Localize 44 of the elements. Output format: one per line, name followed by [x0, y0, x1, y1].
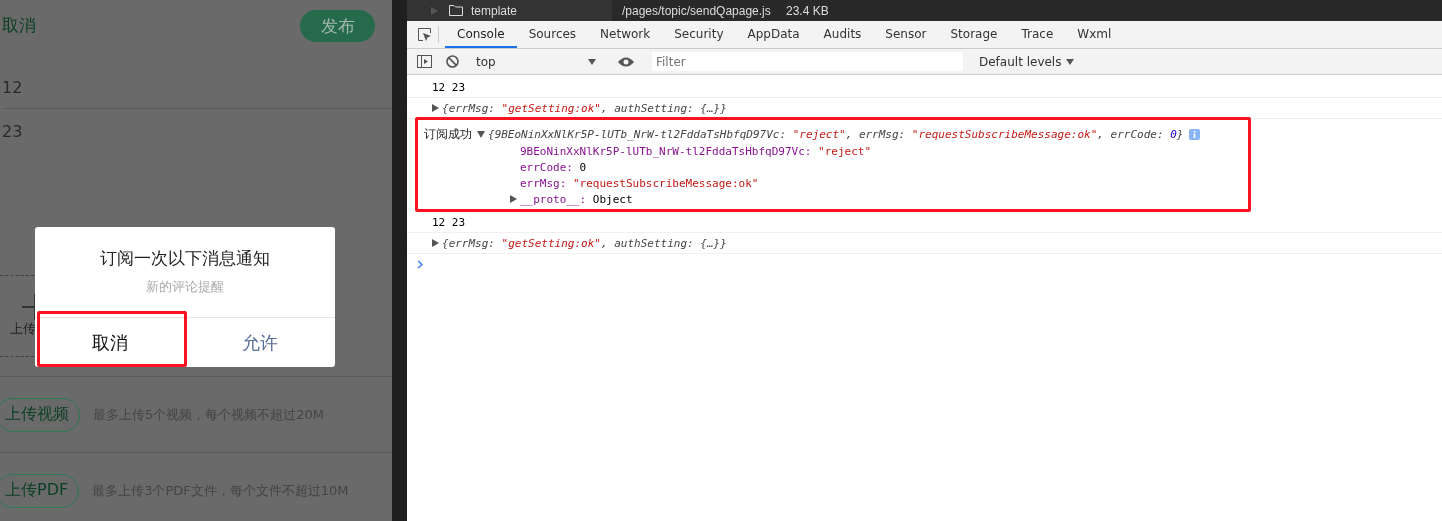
devtools-tab[interactable]: AppData [735, 21, 812, 48]
eye-icon[interactable] [617, 55, 635, 68]
filter-field[interactable]: Filter [652, 52, 963, 71]
expand-arrow-icon[interactable] [432, 239, 439, 247]
collapse-arrow-icon[interactable] [477, 131, 485, 138]
dropdown-caret-icon [588, 58, 596, 65]
devtools-tab[interactable]: Wxml [1065, 21, 1124, 48]
text-line: 23 [2, 121, 23, 141]
file-path: /pages/topic/sendQapage.js [622, 3, 772, 18]
sidebar-toggle-icon[interactable] [417, 55, 432, 68]
log-label: 订阅成功 [424, 126, 472, 143]
allow-button[interactable]: 允许 [185, 318, 335, 367]
devtools-tab[interactable]: Sources [516, 21, 589, 48]
text-line: 12 [2, 77, 23, 97]
expand-arrow-icon[interactable] [510, 195, 517, 203]
dialog-subtitle: 新的评论提醒 [146, 278, 224, 296]
prompt-chevron-icon [417, 259, 423, 269]
object-property: errMsg: "requestSubscribeMessage:ok" [520, 176, 759, 190]
clear-icon[interactable] [446, 55, 459, 68]
upload-label: 上传 [10, 320, 36, 338]
folder-icon [449, 5, 463, 16]
folder-name[interactable]: template [471, 3, 518, 18]
object-preview: {9BEoNinXxNlKr5P-lUTb_NrW-tl2FddaTsHbfqD97Vc: "reject", errMsg: "requestSubscribeMessage:ok", errCode: 0} [488, 128, 1184, 141]
object-property: __proto__: Object [520, 192, 633, 206]
devtools-tab[interactable]: Trace [1009, 21, 1066, 48]
object-property: 9BEoNinXxNlKr5P-lUTb_NrW-tl2FddaTsHbfqD97Vc: "reject" [520, 144, 871, 158]
dropdown-caret-icon [1066, 58, 1075, 65]
cancel-button[interactable]: 取消 [35, 318, 185, 367]
levels-dropdown[interactable]: Default levels [973, 53, 1081, 70]
expand-arrow-icon[interactable] [432, 104, 439, 112]
inspect-icon[interactable] [417, 27, 432, 42]
devtools-tab[interactable]: Security [662, 21, 736, 48]
devtools-tab[interactable]: Sensor [873, 21, 939, 48]
object-preview: {errMsg: "getSetting:ok", authSetting: {…}} [442, 101, 727, 115]
devtools-tab[interactable]: Audits [811, 21, 874, 48]
dialog-title: 订阅一次以下消息通知 [100, 247, 270, 270]
log-text: 12 23 [432, 80, 466, 94]
devtools-tab[interactable]: Network [588, 21, 663, 48]
log-text: 12 23 [432, 215, 466, 229]
context-select[interactable]: top [472, 51, 600, 72]
file-size: 23.4 KB [786, 3, 829, 18]
object-preview: {errMsg: "getSetting:ok", authSetting: {…}} [442, 236, 727, 250]
devtools-tab[interactable]: Storage [938, 21, 1010, 48]
object-property: errCode: 0 [520, 160, 587, 174]
